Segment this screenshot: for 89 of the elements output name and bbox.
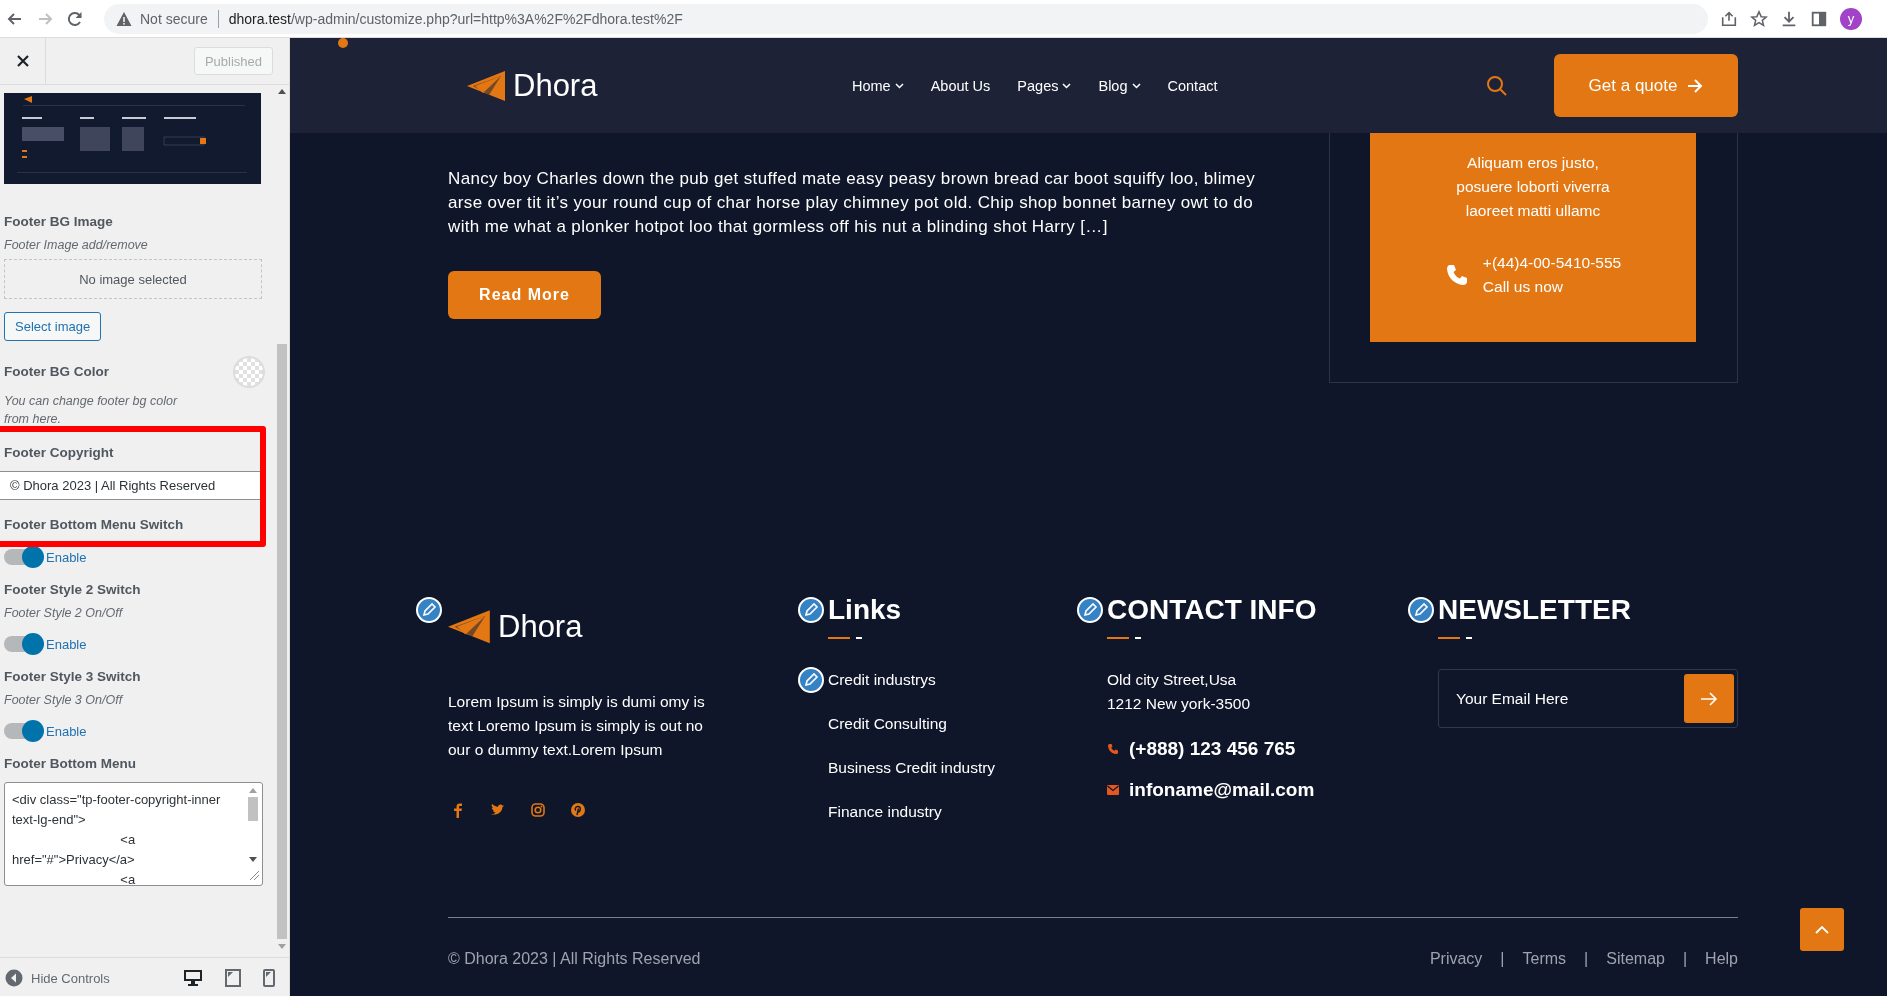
email-field[interactable]: Your Email Here bbox=[1438, 669, 1738, 728]
hide-controls-button[interactable]: Hide Controls bbox=[5, 969, 110, 987]
nav-link[interactable]: Pages bbox=[1017, 77, 1072, 94]
menu-separator: | bbox=[1682, 949, 1688, 969]
nav-link[interactable]: Blog bbox=[1098, 77, 1141, 94]
text-field[interactable]: © Dhora 2023 | All Rights Reserved bbox=[0, 471, 262, 500]
footer-link[interactable]: Business Credit industry bbox=[828, 759, 996, 776]
toggle-label: Enable bbox=[46, 636, 87, 652]
phone-caption: Call us now bbox=[1482, 277, 1564, 297]
caret-icon[interactable] bbox=[1062, 82, 1072, 89]
color-swatch[interactable] bbox=[233, 356, 266, 388]
about-text: Lorem Ipsum is simply is dumi omy is text Loremo Ipsum is simply is out no our o dummy text.Lorem Ipsum bbox=[448, 692, 706, 761]
bottom-menu-link[interactable]: Terms bbox=[1522, 948, 1567, 970]
logo-text[interactable]: Dhora bbox=[513, 67, 598, 104]
bottom-menu-link[interactable]: Help bbox=[1705, 948, 1738, 970]
share-icon[interactable] bbox=[1720, 9, 1738, 28]
nav-link[interactable]: Contact bbox=[1167, 77, 1218, 94]
profile-avatar[interactable]: y bbox=[1840, 7, 1862, 30]
security-label[interactable]: Not secure bbox=[140, 10, 208, 27]
nav-link[interactable]: Home bbox=[852, 77, 904, 94]
section-description: Footer Image add/remove bbox=[4, 237, 149, 254]
section-description: Footer Style 3 On/Off bbox=[4, 692, 125, 709]
toggle-switch[interactable] bbox=[4, 723, 42, 739]
logo-icon bbox=[467, 68, 507, 103]
column-title: Links bbox=[828, 593, 902, 627]
email-address[interactable]: infoname@mail.com bbox=[1129, 776, 1315, 804]
menu-separator: | bbox=[1584, 949, 1589, 969]
edit-pencil-icon[interactable] bbox=[798, 667, 824, 693]
logo-icon bbox=[448, 608, 492, 646]
menu-separator: | bbox=[1500, 949, 1505, 969]
toggle-switch[interactable] bbox=[4, 549, 42, 565]
section-title: Footer BG Image bbox=[4, 213, 114, 231]
toggle-label: Enable bbox=[46, 549, 87, 565]
column-title: NEWSLETTER bbox=[1438, 593, 1631, 627]
phone-icon bbox=[1444, 263, 1469, 287]
card-text: Aliquam eros justo, posuere loborti viverra laoreet matti ullamc bbox=[1455, 153, 1611, 221]
side-panel-icon[interactable] bbox=[1810, 9, 1828, 28]
toggle-switch[interactable] bbox=[4, 636, 42, 652]
footer-link[interactable]: Credit industrys bbox=[828, 671, 936, 688]
pinterest-icon[interactable] bbox=[570, 802, 586, 819]
search-icon[interactable] bbox=[1486, 74, 1508, 97]
logo-text[interactable]: Dhora bbox=[498, 608, 583, 645]
select-image-button[interactable]: Select image bbox=[4, 312, 102, 341]
envelope-icon bbox=[1107, 785, 1119, 795]
url-text[interactable]: dhora.test/wp-admin/customize.php?url=http%3A%2F%2Fdhora.test%2F bbox=[228, 10, 683, 27]
chevron-up-icon[interactable] bbox=[1815, 925, 1829, 934]
caret-icon[interactable] bbox=[1131, 82, 1141, 89]
footer-link[interactable]: Credit Consulting bbox=[828, 715, 947, 732]
arrow-right-icon[interactable] bbox=[1687, 78, 1704, 93]
section-title: Footer BG Color bbox=[4, 363, 109, 381]
instagram-icon[interactable] bbox=[530, 802, 546, 819]
column-title: CONTACT INFO bbox=[1107, 593, 1317, 627]
section-description: You can change footer bg color from here. bbox=[4, 393, 179, 428]
mobile-preview-button[interactable] bbox=[263, 969, 275, 987]
footer-link[interactable]: Finance industry bbox=[828, 803, 942, 820]
address-text: Old city Street,Usa 1212 New york-3500 bbox=[1107, 670, 1252, 714]
edit-pencil-icon[interactable] bbox=[1077, 597, 1103, 623]
section-title: Footer Bottom Menu Switch bbox=[4, 516, 185, 534]
nav-link[interactable]: About Us bbox=[930, 77, 991, 94]
title-underline bbox=[1438, 637, 1472, 639]
toggle-label: Enable bbox=[46, 723, 87, 739]
download-icon[interactable] bbox=[1780, 9, 1798, 28]
section-title: Footer Bottom Menu bbox=[4, 755, 137, 773]
edit-pencil-icon[interactable] bbox=[416, 597, 442, 623]
phone-icon bbox=[1107, 743, 1119, 755]
image-upload-field[interactable]: No image selected bbox=[4, 259, 262, 299]
edit-pencil-icon[interactable] bbox=[1408, 597, 1434, 623]
scroll-up-arrow-icon[interactable] bbox=[277, 87, 288, 95]
code-textarea[interactable]: <div class="tp-footer-copyright-inner text-lg-end"> <a href="#">Privacy</a> <a bbox=[4, 782, 263, 886]
bottom-menu-link[interactable]: Sitemap bbox=[1606, 948, 1665, 970]
section-title: Footer Copyright bbox=[4, 444, 115, 462]
arrow-right-icon[interactable] bbox=[1700, 691, 1718, 706]
copyright-text: © Dhora 2023 | All Rights Reserved bbox=[448, 949, 701, 969]
phone-number[interactable]: (+888) 123 456 765 bbox=[1129, 735, 1296, 763]
title-underline bbox=[1107, 637, 1141, 639]
star-icon[interactable] bbox=[1750, 9, 1768, 28]
section-title: Footer Style 2 Switch bbox=[4, 581, 142, 599]
section-title: Footer Style 3 Switch bbox=[4, 668, 142, 686]
tablet-preview-button[interactable] bbox=[225, 969, 241, 987]
desktop-preview-button[interactable] bbox=[183, 969, 203, 987]
collapse-icon[interactable] bbox=[5, 969, 23, 987]
title-underline bbox=[828, 637, 862, 639]
warning-icon[interactable] bbox=[116, 10, 132, 27]
section-description: Footer Style 2 On/Off bbox=[4, 605, 125, 622]
close-icon[interactable] bbox=[15, 54, 30, 68]
edit-pencil-icon[interactable] bbox=[798, 597, 824, 623]
bottom-menu-link[interactable]: Privacy bbox=[1429, 948, 1483, 970]
caret-icon[interactable] bbox=[894, 82, 904, 89]
post-excerpt: Nancy boy Charles down the pub get stuffed mate easy peasy brown bread car boot squiffy loo, blimey arse over tit it’s your round cup of char horse play chimney pot old. Chip shop bonnet barney owt to do with me what a plonker hotpot loo that gormless off his nut a blinding shot Harry […] bbox=[448, 168, 1257, 238]
